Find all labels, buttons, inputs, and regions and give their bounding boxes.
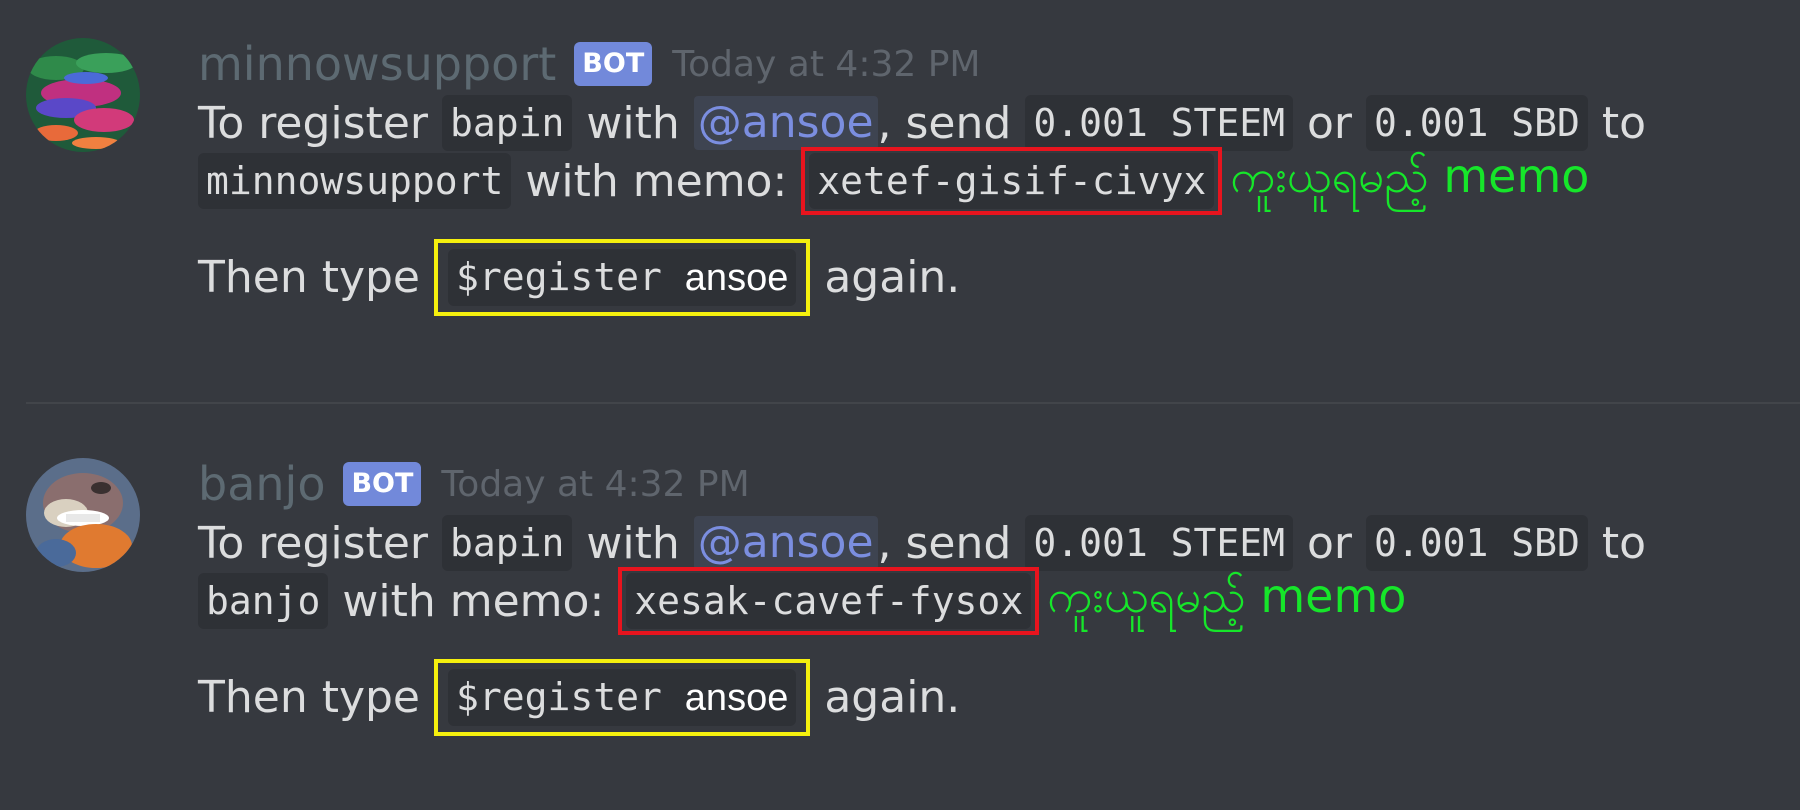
inline-code: 0.001 SBD [1366, 95, 1588, 151]
inline-code: 0.001 STEEM [1025, 515, 1293, 571]
message-text: to [1601, 517, 1647, 569]
message-text: , send [877, 97, 1012, 149]
username[interactable]: minnowsupport [198, 37, 556, 91]
message-divider [26, 402, 1800, 404]
inline-code: 0.001 STEEM [1025, 95, 1293, 151]
message-text: Then type [198, 251, 420, 303]
memo-annotation: ကူးယူရမည့် memo [1047, 568, 1407, 623]
inline-code: banjo [198, 573, 329, 629]
timestamp[interactable]: Today at 4:32 PM [441, 464, 749, 505]
memo-annotation: ကူးယူရမည့် memo [1230, 148, 1590, 203]
message-text: Then type [198, 671, 420, 723]
inline-code: minnowsupport [198, 153, 512, 209]
message-text: again. [824, 251, 961, 303]
message-text: To register [198, 517, 428, 569]
message-text: again. [824, 671, 961, 723]
user-mention[interactable]: @ansoe [693, 96, 878, 150]
message-header: banjo BOT Today at 4:32 PM [198, 454, 1800, 514]
memo-highlight-box: xetef-gisif-civyx [801, 147, 1223, 215]
command-code: $register ansoe [448, 668, 797, 726]
message-text: with [586, 517, 680, 569]
message-content: banjo BOT Today at 4:32 PM To register b… [198, 454, 1800, 736]
message-text: , send [877, 517, 1012, 569]
message-text: or [1306, 517, 1352, 569]
bot-tag: BOT [343, 462, 422, 506]
command-arg: ansoe [684, 256, 789, 299]
bot-tag: BOT [574, 42, 653, 86]
message-text: with memo: [525, 155, 788, 207]
timestamp[interactable]: Today at 4:32 PM [672, 44, 980, 85]
message-line-2: minnowsupport with memo: xetef-gisif-civ… [198, 147, 1800, 215]
message-line-1: To register bapin with @ansoe , send 0.0… [198, 514, 1800, 572]
command-code: $register ansoe [448, 248, 797, 306]
inline-code: 0.001 SBD [1366, 515, 1588, 571]
inline-code: bapin [442, 515, 573, 571]
avatar[interactable] [26, 458, 140, 572]
message-line-3: Then type $register ansoe again. [198, 658, 1800, 736]
memo-code: xesak-cavef-fysox [626, 573, 1032, 629]
avatar[interactable] [26, 38, 140, 152]
message-line-1: To register bapin with @ansoe , send 0.0… [198, 94, 1800, 152]
message-text: to [1601, 97, 1647, 149]
message-text: with memo: [342, 575, 605, 627]
message-text: or [1306, 97, 1352, 149]
message-text: with [586, 97, 680, 149]
memo-code: xetef-gisif-civyx [809, 153, 1215, 209]
command-highlight-box: $register ansoe [434, 658, 811, 736]
message-header: minnowsupport BOT Today at 4:32 PM [198, 34, 1800, 94]
message-line-3: Then type $register ansoe again. [198, 238, 1800, 316]
message-content: minnowsupport BOT Today at 4:32 PM To re… [198, 34, 1800, 316]
memo-highlight-box: xesak-cavef-fysox [618, 567, 1040, 635]
message-text: To register [198, 97, 428, 149]
username[interactable]: banjo [198, 457, 325, 511]
inline-code: bapin [442, 95, 573, 151]
message-line-2: banjo with memo: xesak-cavef-fysox ကူးယူ… [198, 567, 1800, 635]
command-highlight-box: $register ansoe [434, 238, 811, 316]
user-mention[interactable]: @ansoe [693, 516, 878, 570]
command-arg: ansoe [684, 676, 789, 719]
